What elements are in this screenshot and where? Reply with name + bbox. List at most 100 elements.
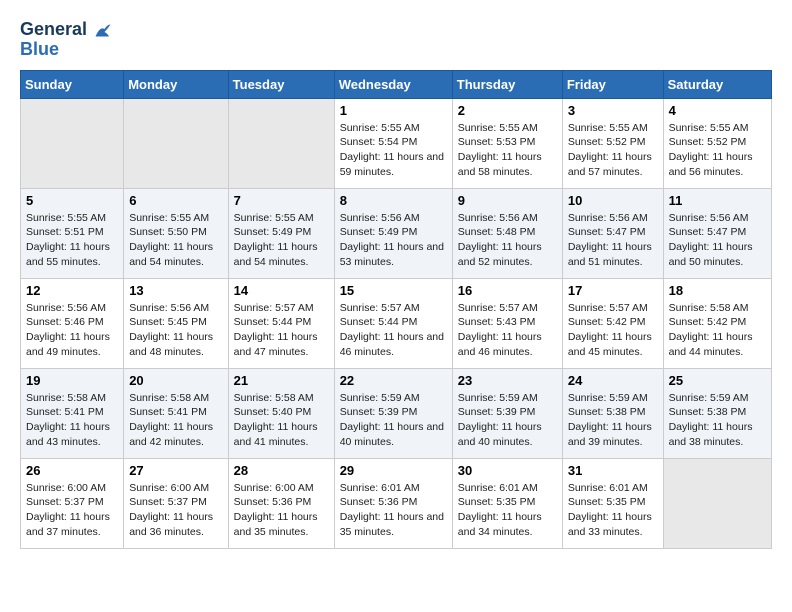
calendar-cell: 30 Sunrise: 6:01 AM Sunset: 5:35 PM Dayl… xyxy=(452,458,562,548)
calendar-cell: 11 Sunrise: 5:56 AM Sunset: 5:47 PM Dayl… xyxy=(663,188,771,278)
cell-content: Sunrise: 6:00 AM Sunset: 5:36 PM Dayligh… xyxy=(234,481,329,540)
day-number: 23 xyxy=(458,373,557,388)
cell-content: Sunrise: 5:56 AM Sunset: 5:48 PM Dayligh… xyxy=(458,211,557,270)
day-number: 18 xyxy=(669,283,766,298)
day-number: 6 xyxy=(129,193,222,208)
day-number: 22 xyxy=(340,373,447,388)
day-number: 5 xyxy=(26,193,118,208)
day-number: 2 xyxy=(458,103,557,118)
calendar-cell xyxy=(228,98,334,188)
header-tuesday: Tuesday xyxy=(228,70,334,98)
week-row-3: 12 Sunrise: 5:56 AM Sunset: 5:46 PM Dayl… xyxy=(21,278,772,368)
calendar-cell: 5 Sunrise: 5:55 AM Sunset: 5:51 PM Dayli… xyxy=(21,188,124,278)
cell-content: Sunrise: 5:56 AM Sunset: 5:45 PM Dayligh… xyxy=(129,301,222,360)
cell-content: Sunrise: 5:55 AM Sunset: 5:52 PM Dayligh… xyxy=(669,121,766,180)
logo-general: General xyxy=(20,20,112,40)
day-number: 1 xyxy=(340,103,447,118)
cell-content: Sunrise: 5:57 AM Sunset: 5:42 PM Dayligh… xyxy=(568,301,658,360)
cell-content: Sunrise: 5:55 AM Sunset: 5:51 PM Dayligh… xyxy=(26,211,118,270)
logo: General Blue xyxy=(20,20,112,60)
calendar-table: SundayMondayTuesdayWednesdayThursdayFrid… xyxy=(20,70,772,549)
calendar-cell: 28 Sunrise: 6:00 AM Sunset: 5:36 PM Dayl… xyxy=(228,458,334,548)
calendar-cell: 9 Sunrise: 5:56 AM Sunset: 5:48 PM Dayli… xyxy=(452,188,562,278)
cell-content: Sunrise: 5:55 AM Sunset: 5:49 PM Dayligh… xyxy=(234,211,329,270)
cell-content: Sunrise: 6:00 AM Sunset: 5:37 PM Dayligh… xyxy=(129,481,222,540)
day-number: 29 xyxy=(340,463,447,478)
cell-content: Sunrise: 5:57 AM Sunset: 5:44 PM Dayligh… xyxy=(340,301,447,360)
calendar-cell: 29 Sunrise: 6:01 AM Sunset: 5:36 PM Dayl… xyxy=(334,458,452,548)
day-number: 17 xyxy=(568,283,658,298)
calendar-header-row: SundayMondayTuesdayWednesdayThursdayFrid… xyxy=(21,70,772,98)
day-number: 21 xyxy=(234,373,329,388)
day-number: 12 xyxy=(26,283,118,298)
cell-content: Sunrise: 6:00 AM Sunset: 5:37 PM Dayligh… xyxy=(26,481,118,540)
calendar-cell: 21 Sunrise: 5:58 AM Sunset: 5:40 PM Dayl… xyxy=(228,368,334,458)
header-thursday: Thursday xyxy=(452,70,562,98)
calendar-cell: 7 Sunrise: 5:55 AM Sunset: 5:49 PM Dayli… xyxy=(228,188,334,278)
calendar-cell: 10 Sunrise: 5:56 AM Sunset: 5:47 PM Dayl… xyxy=(562,188,663,278)
day-number: 30 xyxy=(458,463,557,478)
cell-content: Sunrise: 5:59 AM Sunset: 5:39 PM Dayligh… xyxy=(340,391,447,450)
day-number: 16 xyxy=(458,283,557,298)
day-number: 9 xyxy=(458,193,557,208)
day-number: 14 xyxy=(234,283,329,298)
week-row-5: 26 Sunrise: 6:00 AM Sunset: 5:37 PM Dayl… xyxy=(21,458,772,548)
calendar-cell: 2 Sunrise: 5:55 AM Sunset: 5:53 PM Dayli… xyxy=(452,98,562,188)
day-number: 11 xyxy=(669,193,766,208)
day-number: 4 xyxy=(669,103,766,118)
cell-content: Sunrise: 5:55 AM Sunset: 5:52 PM Dayligh… xyxy=(568,121,658,180)
cell-content: Sunrise: 5:59 AM Sunset: 5:38 PM Dayligh… xyxy=(568,391,658,450)
cell-content: Sunrise: 6:01 AM Sunset: 5:35 PM Dayligh… xyxy=(568,481,658,540)
cell-content: Sunrise: 5:57 AM Sunset: 5:43 PM Dayligh… xyxy=(458,301,557,360)
calendar-cell xyxy=(124,98,228,188)
cell-content: Sunrise: 5:55 AM Sunset: 5:54 PM Dayligh… xyxy=(340,121,447,180)
logo: General Blue xyxy=(20,20,112,60)
calendar-cell: 13 Sunrise: 5:56 AM Sunset: 5:45 PM Dayl… xyxy=(124,278,228,368)
calendar-cell: 1 Sunrise: 5:55 AM Sunset: 5:54 PM Dayli… xyxy=(334,98,452,188)
day-number: 25 xyxy=(669,373,766,388)
cell-content: Sunrise: 5:59 AM Sunset: 5:39 PM Dayligh… xyxy=(458,391,557,450)
calendar-cell: 19 Sunrise: 5:58 AM Sunset: 5:41 PM Dayl… xyxy=(21,368,124,458)
cell-content: Sunrise: 5:59 AM Sunset: 5:38 PM Dayligh… xyxy=(669,391,766,450)
day-number: 7 xyxy=(234,193,329,208)
calendar-cell xyxy=(21,98,124,188)
calendar-cell: 15 Sunrise: 5:57 AM Sunset: 5:44 PM Dayl… xyxy=(334,278,452,368)
cell-content: Sunrise: 5:55 AM Sunset: 5:53 PM Dayligh… xyxy=(458,121,557,180)
day-number: 26 xyxy=(26,463,118,478)
day-number: 27 xyxy=(129,463,222,478)
logo-bird-icon xyxy=(94,23,112,38)
calendar-cell: 25 Sunrise: 5:59 AM Sunset: 5:38 PM Dayl… xyxy=(663,368,771,458)
day-number: 15 xyxy=(340,283,447,298)
cell-content: Sunrise: 5:57 AM Sunset: 5:44 PM Dayligh… xyxy=(234,301,329,360)
calendar-cell: 26 Sunrise: 6:00 AM Sunset: 5:37 PM Dayl… xyxy=(21,458,124,548)
calendar-cell: 14 Sunrise: 5:57 AM Sunset: 5:44 PM Dayl… xyxy=(228,278,334,368)
header-monday: Monday xyxy=(124,70,228,98)
week-row-1: 1 Sunrise: 5:55 AM Sunset: 5:54 PM Dayli… xyxy=(21,98,772,188)
header-sunday: Sunday xyxy=(21,70,124,98)
cell-content: Sunrise: 6:01 AM Sunset: 5:36 PM Dayligh… xyxy=(340,481,447,540)
cell-content: Sunrise: 5:56 AM Sunset: 5:47 PM Dayligh… xyxy=(568,211,658,270)
header-saturday: Saturday xyxy=(663,70,771,98)
day-number: 13 xyxy=(129,283,222,298)
day-number: 10 xyxy=(568,193,658,208)
calendar-cell: 31 Sunrise: 6:01 AM Sunset: 5:35 PM Dayl… xyxy=(562,458,663,548)
calendar-cell: 18 Sunrise: 5:58 AM Sunset: 5:42 PM Dayl… xyxy=(663,278,771,368)
day-number: 19 xyxy=(26,373,118,388)
day-number: 20 xyxy=(129,373,222,388)
calendar-cell: 23 Sunrise: 5:59 AM Sunset: 5:39 PM Dayl… xyxy=(452,368,562,458)
day-number: 3 xyxy=(568,103,658,118)
day-number: 31 xyxy=(568,463,658,478)
header-friday: Friday xyxy=(562,70,663,98)
cell-content: Sunrise: 6:01 AM Sunset: 5:35 PM Dayligh… xyxy=(458,481,557,540)
calendar-cell: 6 Sunrise: 5:55 AM Sunset: 5:50 PM Dayli… xyxy=(124,188,228,278)
cell-content: Sunrise: 5:55 AM Sunset: 5:50 PM Dayligh… xyxy=(129,211,222,270)
cell-content: Sunrise: 5:56 AM Sunset: 5:46 PM Dayligh… xyxy=(26,301,118,360)
calendar-cell: 20 Sunrise: 5:58 AM Sunset: 5:41 PM Dayl… xyxy=(124,368,228,458)
calendar-cell: 22 Sunrise: 5:59 AM Sunset: 5:39 PM Dayl… xyxy=(334,368,452,458)
cell-content: Sunrise: 5:56 AM Sunset: 5:47 PM Dayligh… xyxy=(669,211,766,270)
calendar-cell: 27 Sunrise: 6:00 AM Sunset: 5:37 PM Dayl… xyxy=(124,458,228,548)
calendar-cell: 8 Sunrise: 5:56 AM Sunset: 5:49 PM Dayli… xyxy=(334,188,452,278)
calendar-cell: 16 Sunrise: 5:57 AM Sunset: 5:43 PM Dayl… xyxy=(452,278,562,368)
calendar-cell xyxy=(663,458,771,548)
day-number: 28 xyxy=(234,463,329,478)
